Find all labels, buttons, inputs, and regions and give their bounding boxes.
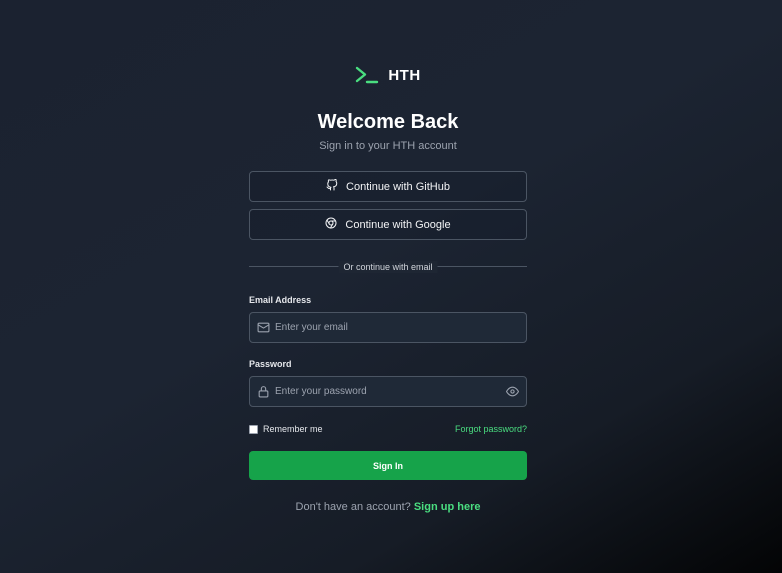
github-button-label: Continue with GitHub xyxy=(346,180,450,193)
password-input[interactable] xyxy=(250,377,526,406)
email-input[interactable] xyxy=(250,313,526,342)
lock-icon xyxy=(257,385,270,403)
signup-prompt-text: Don't have an account? xyxy=(295,501,411,513)
password-field-wrapper xyxy=(249,376,527,407)
sign-up-link[interactable]: Sign up here xyxy=(414,501,481,513)
github-icon xyxy=(326,178,338,194)
google-button-label: Continue with Google xyxy=(345,218,451,231)
remember-me-checkbox[interactable] xyxy=(249,424,258,434)
forgot-password-link[interactable]: Forgot password? xyxy=(455,424,527,434)
divider-text: Or continue with email xyxy=(338,261,438,273)
sign-in-button[interactable]: Sign In xyxy=(249,451,527,480)
page-subtitle: Sign in to your HTH account xyxy=(319,140,457,152)
signup-prompt: Don't have an account? Sign up here xyxy=(249,500,527,514)
divider: Or continue with email xyxy=(249,261,527,273)
form-options: Remember me Forgot password? xyxy=(249,423,527,435)
mail-icon xyxy=(257,321,270,339)
google-signin-button[interactable]: Continue with Google xyxy=(249,209,527,240)
login-card: HTH Welcome Back Sign in to your HTH acc… xyxy=(249,62,527,514)
email-label: Email Address xyxy=(249,295,312,305)
page-title: Welcome Back xyxy=(317,111,459,133)
chrome-icon xyxy=(325,217,337,232)
remember-me: Remember me xyxy=(249,424,323,434)
email-field-wrapper xyxy=(249,312,527,343)
login-page: HTH Welcome Back Sign in to your HTH acc… xyxy=(0,0,782,573)
github-signin-button[interactable]: Continue with GitHub xyxy=(249,171,527,202)
eye-icon[interactable] xyxy=(506,385,519,403)
brand: HTH xyxy=(249,62,527,88)
remember-me-label: Remember me xyxy=(263,424,323,434)
brand-name: HTH xyxy=(388,66,421,84)
password-label: Password xyxy=(249,359,292,369)
terminal-prompt-icon xyxy=(355,65,379,85)
